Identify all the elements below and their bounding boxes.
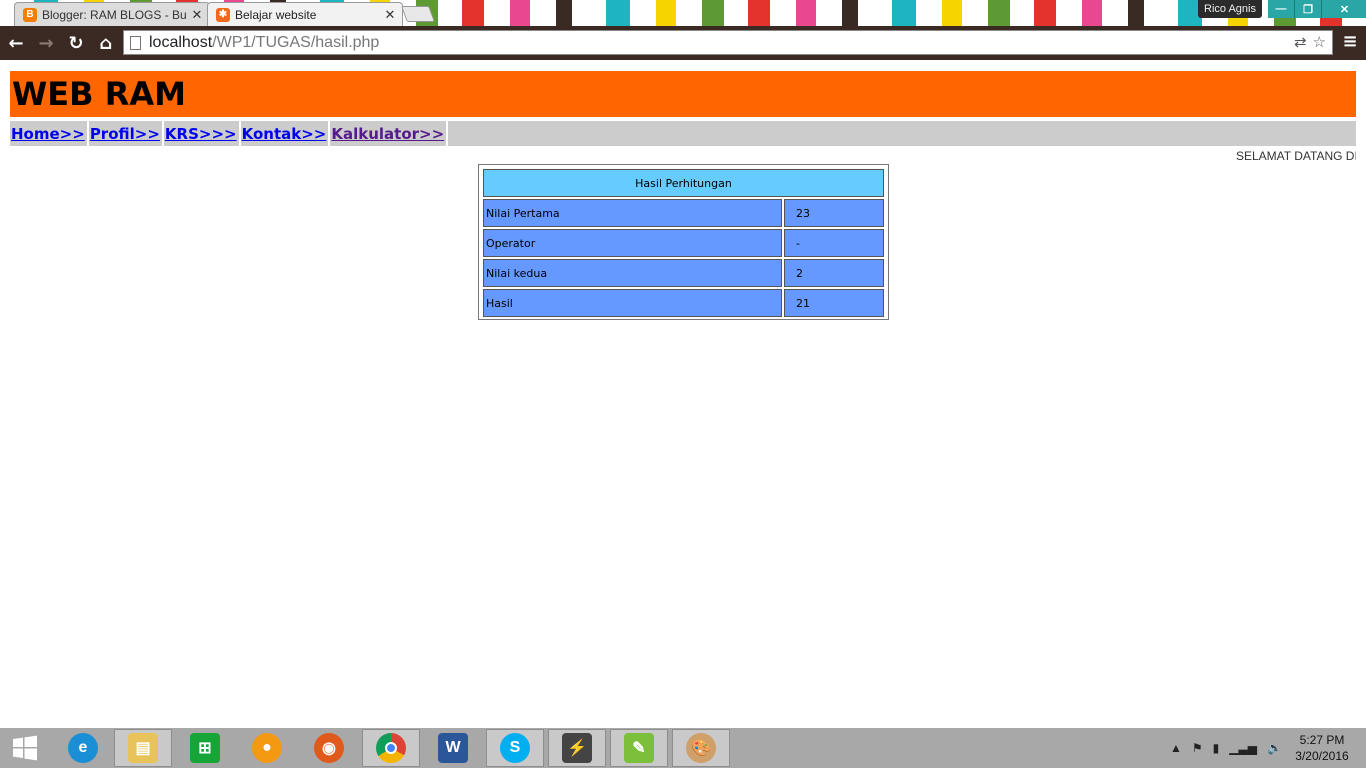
clock-time: 5:27 PM	[1299, 733, 1345, 747]
home-icon[interactable]: ⌂	[92, 29, 120, 57]
notepad-plus-icon[interactable]: ✎	[610, 729, 668, 767]
media-player-icon[interactable]: ●	[238, 729, 296, 767]
reload-icon[interactable]: ↻	[62, 29, 90, 57]
close-window-icon[interactable]: ✕	[1322, 0, 1366, 18]
row-value: 23	[784, 199, 884, 227]
network-signal-icon[interactable]: ▁▃▅	[1229, 741, 1257, 755]
restore-icon[interactable]: ❐	[1295, 0, 1322, 18]
new-tab-button[interactable]	[401, 6, 435, 22]
nav-link-kontak[interactable]: Kontak>>	[242, 125, 327, 143]
nav-link-kalkulator[interactable]: Kalkulator>>	[331, 125, 444, 143]
window-controls: — ❐ ✕	[1268, 0, 1366, 18]
browser-toolbar: ← → ↻ ⌂ localhost/WP1/TUGAS/hasil.php ⇄ …	[0, 26, 1366, 60]
taskbar-clock[interactable]: 5:27 PM 3/20/2016	[1284, 732, 1360, 764]
welcome-marquee: SELAMAT DATANG DI	[1236, 149, 1356, 163]
nav-link-home[interactable]: Home>>	[11, 125, 85, 143]
blogger-favicon-icon: B	[23, 7, 37, 22]
action-center-flag-icon[interactable]: ⚑	[1192, 741, 1203, 755]
battery-icon[interactable]: ▮	[1213, 741, 1220, 755]
site-title: WEB RAM	[12, 75, 186, 113]
tab-blogger[interactable]: B Blogger: RAM BLOGS - Bu ✕	[14, 2, 210, 26]
translate-icon[interactable]: ⇄	[1294, 33, 1307, 51]
site-nav: Home>> Profil>> KRS>>> Kontak>> Kalkulat…	[10, 121, 1356, 146]
store-icon[interactable]: ⊞	[176, 729, 234, 767]
result-table-header: Hasil Perhitungan	[483, 169, 884, 197]
url-path: /WP1/TUGAS/hasil.php	[212, 33, 380, 51]
tab-title: Blogger: RAM BLOGS - Bu	[42, 7, 187, 22]
table-row: Nilai kedua 2	[483, 259, 884, 287]
file-explorer-icon[interactable]: ▤	[114, 729, 172, 767]
tab-close-icon[interactable]: ✕	[189, 7, 205, 23]
internet-explorer-icon[interactable]: e	[54, 729, 112, 767]
table-row: Nilai Pertama 23	[483, 199, 884, 227]
windows-start-icon[interactable]	[0, 728, 50, 768]
tab-belajar-website[interactable]: ✱ Belajar website ✕	[207, 2, 403, 26]
word-icon[interactable]: W	[424, 729, 482, 767]
row-value: -	[784, 229, 884, 257]
tab-close-icon[interactable]: ✕	[382, 7, 398, 23]
xampp-favicon-icon: ✱	[216, 7, 230, 22]
row-value: 21	[784, 289, 884, 317]
site-header-banner: WEB RAM	[10, 71, 1356, 117]
nav-link-krs[interactable]: KRS>>>	[165, 125, 237, 143]
chrome-menu-icon[interactable]: ≡	[1340, 32, 1360, 52]
show-hidden-icons-icon[interactable]: ▲	[1170, 741, 1182, 755]
volume-icon[interactable]: 🔈	[1267, 741, 1282, 755]
firefox-icon[interactable]: ◉	[300, 729, 358, 767]
result-table: Hasil Perhitungan Nilai Pertama 23 Opera…	[478, 164, 889, 320]
browser-tab-strip: B Blogger: RAM BLOGS - Bu ✕ ✱ Belajar we…	[0, 0, 1366, 26]
page-viewport: WEB RAM Home>> Profil>> KRS>>> Kontak>> …	[0, 60, 1366, 728]
clock-date: 3/20/2016	[1295, 749, 1349, 763]
system-tray: ▲ ⚑ ▮ ▁▃▅ 🔈	[1170, 728, 1282, 768]
url-host: localhost	[149, 33, 213, 51]
page-icon	[130, 35, 141, 50]
forward-arrow-icon[interactable]: →	[32, 29, 60, 57]
row-label: Hasil	[483, 289, 782, 317]
paint-icon[interactable]: 🎨	[672, 729, 730, 767]
tab-title: Belajar website	[235, 7, 317, 22]
bookmark-star-icon[interactable]: ☆	[1313, 33, 1326, 51]
nav-link-profil[interactable]: Profil>>	[90, 125, 160, 143]
row-value: 2	[784, 259, 884, 287]
windows-taskbar: e ▤ ⊞ ● ◉ W S ⚡ ✎ 🎨 ▲ ⚑ ▮ ▁▃▅ 🔈 5:27 PM …	[0, 728, 1366, 768]
table-row: Hasil 21	[483, 289, 884, 317]
back-arrow-icon[interactable]: ←	[2, 29, 30, 57]
row-label: Nilai Pertama	[483, 199, 782, 227]
table-row: Operator -	[483, 229, 884, 257]
winamp-icon[interactable]: ⚡	[548, 729, 606, 767]
row-label: Operator	[483, 229, 782, 257]
minimize-icon[interactable]: —	[1268, 0, 1295, 18]
address-bar[interactable]: localhost/WP1/TUGAS/hasil.php ⇄ ☆	[123, 30, 1333, 55]
chrome-icon[interactable]	[362, 729, 420, 767]
row-label: Nilai kedua	[483, 259, 782, 287]
profile-name[interactable]: Rico Agnis	[1198, 0, 1262, 18]
skype-icon[interactable]: S	[486, 729, 544, 767]
